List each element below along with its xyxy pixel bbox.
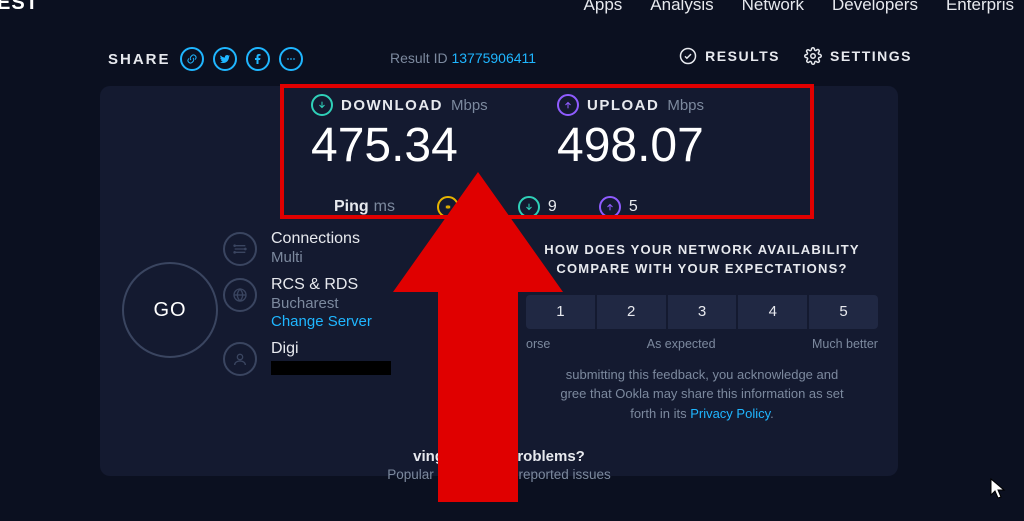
survey-option-2[interactable]: 2 [597, 295, 668, 329]
globe-icon [223, 278, 257, 312]
result-id-link[interactable]: 13775906411 [451, 50, 536, 66]
share-label: SHARE [108, 51, 171, 68]
survey-option-3[interactable]: 3 [668, 295, 739, 329]
privacy-policy-link[interactable]: Privacy Policy [690, 406, 770, 421]
results-link[interactable]: RESULTS [679, 47, 780, 65]
nav-developers[interactable]: Developers [832, 0, 918, 15]
primary-nav: Apps Analysis Network Developers Enterpr… [584, 0, 1014, 15]
result-id: Result ID 13775906411 [390, 50, 536, 66]
survey-question: HOW DOES YOUR NETWORK AVAILABILITY COMPA… [526, 241, 878, 279]
nav-enterprise-fragment[interactable]: Enterpris [946, 0, 1014, 15]
share-more-icon[interactable] [279, 47, 303, 71]
share-twitter-icon[interactable] [213, 47, 237, 71]
survey-option-5[interactable]: 5 [809, 295, 878, 329]
annotation-red-arrow [393, 172, 563, 502]
nav-analysis[interactable]: Analysis [650, 0, 713, 15]
survey-panel: HOW DOES YOUR NETWORK AVAILABILITY COMPA… [526, 241, 878, 423]
change-server-link[interactable]: Change Server [271, 313, 372, 330]
nav-network[interactable]: Network [742, 0, 804, 15]
brand-fragment: EST [0, 0, 39, 15]
survey-option-4[interactable]: 4 [738, 295, 809, 329]
user-icon [223, 342, 257, 376]
survey-anchors: orse As expected Much better [526, 337, 878, 351]
survey-legal: submitting this feedback, you acknowledg… [526, 365, 878, 424]
go-button[interactable]: GO [122, 262, 218, 358]
share-link-icon[interactable] [180, 47, 204, 71]
settings-link[interactable]: SETTINGS [804, 47, 912, 65]
nav-apps[interactable]: Apps [584, 0, 623, 15]
mouse-cursor-icon [990, 478, 1006, 505]
share-facebook-icon[interactable] [246, 47, 270, 71]
connections-icon [223, 232, 257, 266]
redacted-ip [271, 361, 391, 375]
survey-scale: 1 2 3 4 5 [526, 295, 878, 329]
